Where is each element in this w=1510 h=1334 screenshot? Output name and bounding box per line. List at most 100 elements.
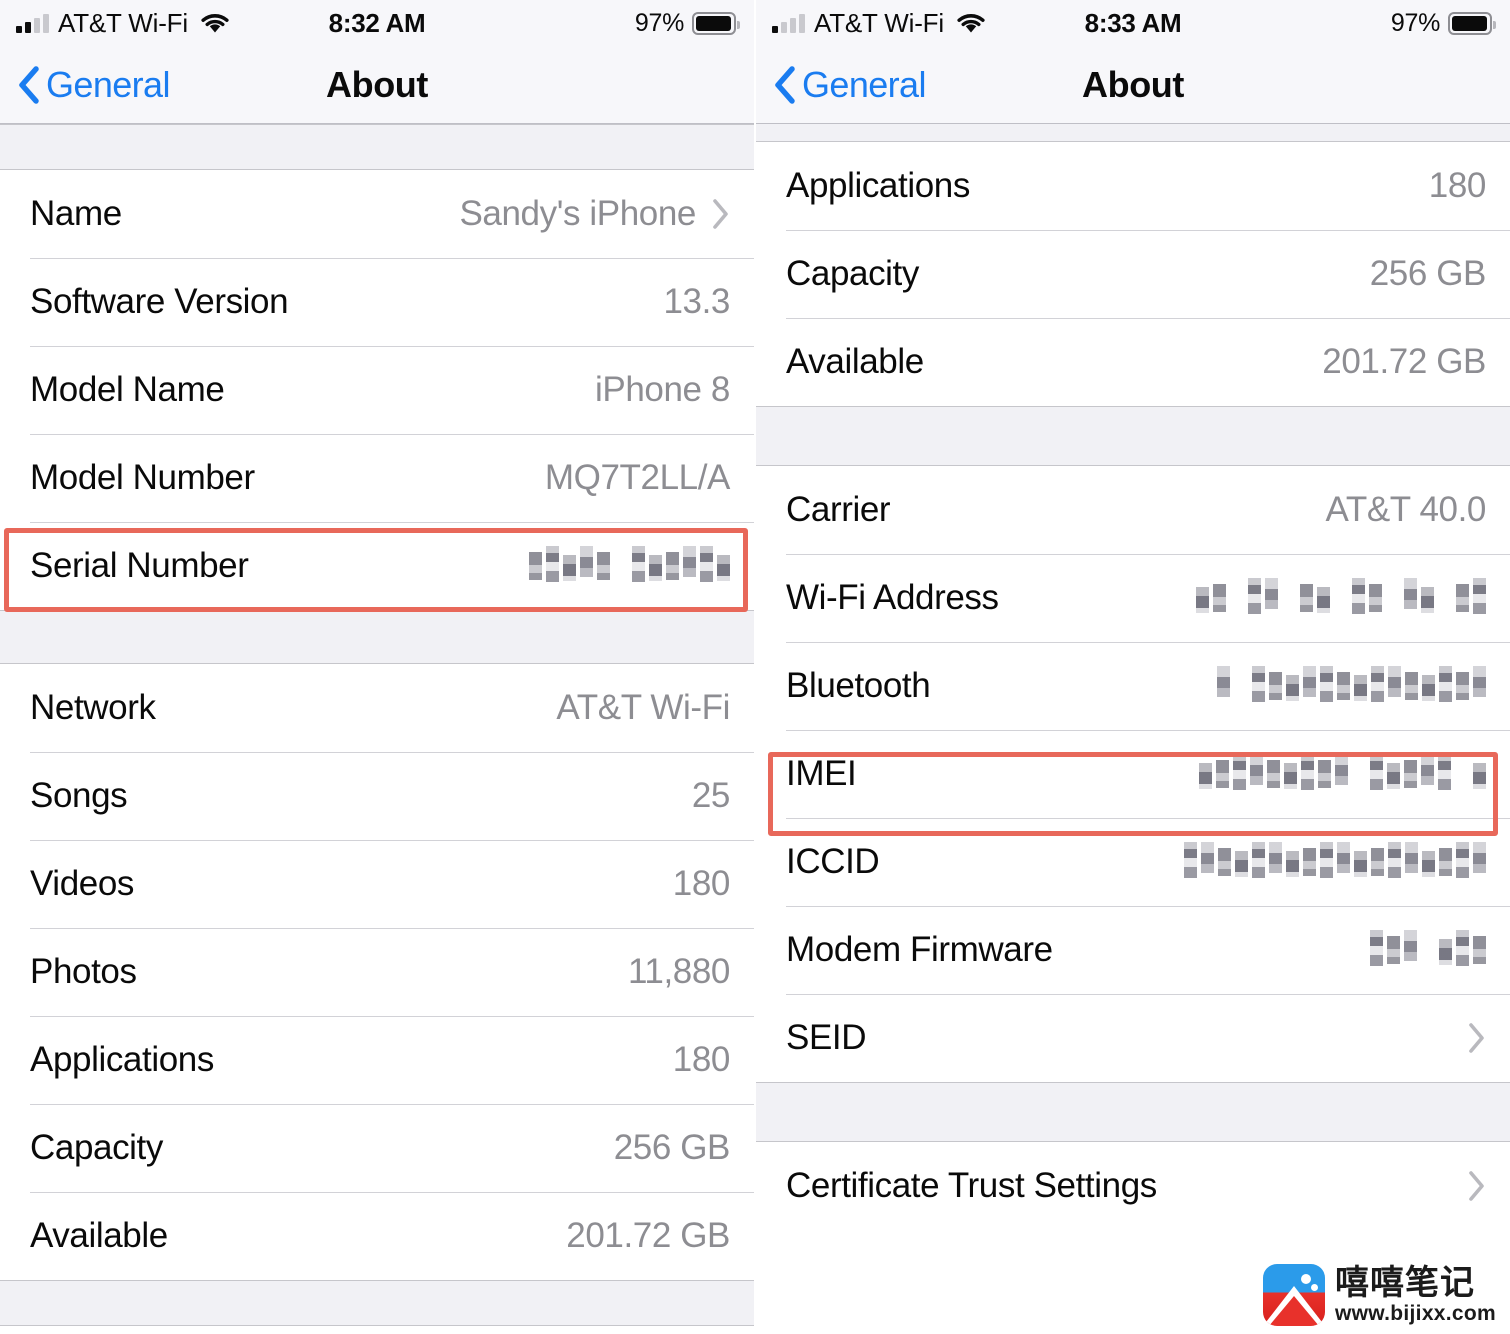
row-label: Capacity <box>786 254 919 293</box>
row-imei[interactable]: IMEI <box>756 730 1510 818</box>
section-gap <box>756 1082 1510 1142</box>
row-value: AT&T Wi-Fi <box>556 688 730 727</box>
battery-percent-label: 97% <box>1390 8 1440 37</box>
chevron-right-icon <box>1469 1171 1484 1201</box>
row-videos: Videos 180 <box>0 840 754 928</box>
row-iccid: ICCID <box>756 818 1510 906</box>
section-gap <box>0 1280 754 1326</box>
row-value: 201.72 GB <box>1322 342 1486 381</box>
chevron-right-icon <box>713 199 728 229</box>
row-value: Sandy's iPhone <box>459 194 696 233</box>
watermark-text: 嘻嘻笔记 www.bijixx.com <box>1335 1266 1496 1324</box>
redacted-wifi-address-value <box>1196 578 1486 618</box>
battery-icon <box>1448 11 1496 35</box>
cellular-signal-icon <box>16 13 49 33</box>
row-modem-firmware: Modem Firmware <box>756 906 1510 994</box>
row-label: Wi-Fi Address <box>786 578 999 617</box>
row-label: Applications <box>786 166 970 205</box>
navigation-bar: General About <box>756 46 1510 124</box>
row-available: Available 201.72 GB <box>756 318 1510 406</box>
row-value: 25 <box>691 776 731 815</box>
section-gap <box>0 610 754 664</box>
chevron-left-icon <box>775 65 795 104</box>
navigation-bar: General About <box>0 46 754 124</box>
row-value: 201.72 GB <box>566 1216 730 1255</box>
cellular-signal-icon <box>772 13 805 33</box>
row-value: 256 GB <box>1369 254 1487 293</box>
row-value: 180 <box>672 864 731 903</box>
row-value: 256 GB <box>613 1128 731 1167</box>
row-label: Modem Firmware <box>786 930 1053 969</box>
back-button-general[interactable]: General <box>756 63 926 107</box>
section-certificate: Certificate Trust Settings <box>756 1142 1510 1230</box>
redacted-serial-number-value <box>529 546 730 586</box>
section-gap <box>756 406 1510 466</box>
row-software-version: Software Version 13.3 <box>0 258 754 346</box>
status-bar-right: 97% <box>635 9 740 38</box>
row-capacity: Capacity 256 GB <box>756 230 1510 318</box>
section-gap <box>756 124 1510 142</box>
row-label: Name <box>30 194 122 233</box>
row-model-number: Model Number MQ7T2LL/A <box>0 434 754 522</box>
row-value: 11,880 <box>627 952 730 991</box>
row-value: 180 <box>1428 166 1487 205</box>
chevron-left-icon <box>19 65 39 104</box>
status-bar-right: 97% <box>1390 8 1496 38</box>
back-button-label: General <box>46 63 170 105</box>
mountain-logo-icon <box>1263 1264 1326 1326</box>
row-label: Applications <box>30 1040 214 1079</box>
phone-screenshot-left: AT&T Wi-Fi 8:32 AM 97% General About Nam… <box>0 0 755 1334</box>
settings-list: Name Sandy's iPhone Software Version 13.… <box>0 124 754 1326</box>
row-capacity: Capacity 256 GB <box>0 1104 754 1192</box>
redacted-bluetooth-value <box>1217 666 1486 706</box>
section-network-identifiers: Carrier AT&T 40.0 Wi-Fi Address Bluetoot… <box>756 466 1510 1082</box>
row-label: ICCID <box>786 842 880 881</box>
row-label: Model Name <box>30 370 225 409</box>
row-certificate-trust-settings[interactable]: Certificate Trust Settings <box>756 1142 1510 1230</box>
status-bar-left: AT&T Wi-Fi <box>772 8 987 39</box>
row-wifi-address: Wi-Fi Address <box>756 554 1510 642</box>
row-serial-number[interactable]: Serial Number <box>0 522 754 610</box>
site-watermark: 嘻嘻笔记 www.bijixx.com <box>1263 1264 1496 1326</box>
back-button-general[interactable]: General <box>0 63 170 107</box>
row-seid[interactable]: SEID <box>756 994 1510 1082</box>
row-value: iPhone 8 <box>595 370 730 409</box>
row-value: 13.3 <box>663 282 730 321</box>
row-model-name: Model Name iPhone 8 <box>0 346 754 434</box>
section-usage-info: Applications 180 Capacity 256 GB Availab… <box>756 142 1510 406</box>
row-name[interactable]: Name Sandy's iPhone <box>0 170 754 258</box>
row-value: 180 <box>672 1040 731 1079</box>
redacted-imei-value <box>1199 754 1486 794</box>
row-label: Network <box>30 688 156 727</box>
watermark-site-name: 嘻嘻笔记 <box>1335 1263 1476 1303</box>
row-label: Videos <box>30 864 134 903</box>
battery-icon <box>692 11 740 35</box>
carrier-label: AT&T Wi-Fi <box>814 7 944 38</box>
phone-screenshot-right: AT&T Wi-Fi 8:33 AM 97% General About App… <box>755 0 1510 1334</box>
row-label: Photos <box>30 952 137 991</box>
status-bar: AT&T Wi-Fi 8:32 AM 97% <box>0 0 754 46</box>
row-label: IMEI <box>786 754 857 793</box>
settings-list: Applications 180 Capacity 256 GB Availab… <box>756 124 1510 1230</box>
row-available: Available 201.72 GB <box>0 1192 754 1280</box>
row-label: Serial Number <box>30 546 249 585</box>
row-label: Songs <box>30 776 128 815</box>
watermark-url: www.bijixx.com <box>1335 1302 1496 1325</box>
row-bluetooth: Bluetooth <box>756 642 1510 730</box>
row-songs: Songs 25 <box>0 752 754 840</box>
row-label: Available <box>786 342 924 381</box>
back-button-label: General <box>802 63 926 105</box>
row-applications: Applications 180 <box>756 142 1510 230</box>
wifi-icon <box>957 13 985 33</box>
status-bar: AT&T Wi-Fi 8:33 AM 97% <box>756 0 1510 46</box>
row-applications: Applications 180 <box>0 1016 754 1104</box>
row-label: Capacity <box>30 1128 163 1167</box>
row-label: Software Version <box>30 282 289 321</box>
redacted-iccid-value <box>1184 842 1486 882</box>
row-label: Model Number <box>30 458 255 497</box>
row-value: AT&T 40.0 <box>1325 490 1487 529</box>
row-label: Carrier <box>786 490 891 529</box>
section-gap <box>0 124 754 170</box>
status-bar-left: AT&T Wi-Fi <box>16 8 231 39</box>
row-label: Bluetooth <box>786 666 931 705</box>
